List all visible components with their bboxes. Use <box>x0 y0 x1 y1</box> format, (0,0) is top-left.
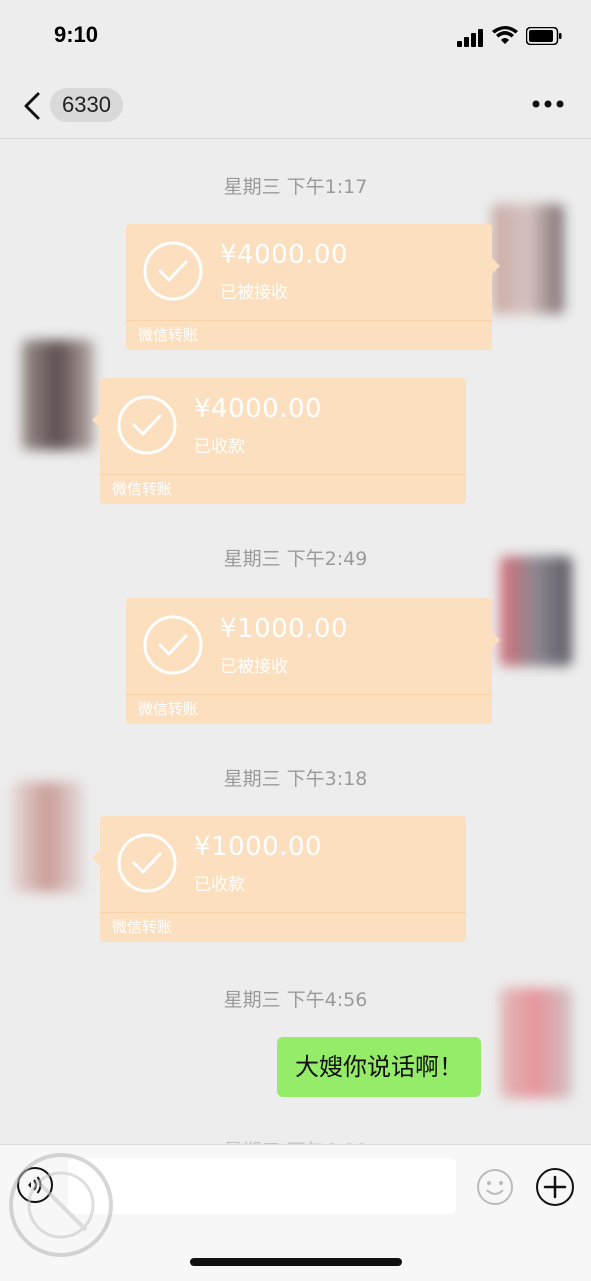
check-circle-icon <box>143 615 203 675</box>
check-circle-icon <box>117 395 177 455</box>
emoji-button[interactable] <box>476 1168 514 1206</box>
transfer-source: 微信转账 <box>112 480 173 498</box>
message-timestamp: 星期三 下午3:18 <box>223 768 368 790</box>
transfer-amount: ¥1000.00 <box>220 614 349 644</box>
bubble-tail <box>92 412 100 428</box>
transfer-source: 微信转账 <box>138 326 199 344</box>
avatar[interactable] <box>22 340 94 450</box>
transfer-status: 已被接收 <box>220 283 288 303</box>
chat-title: 6330 <box>50 88 123 122</box>
nav-divider <box>0 138 591 139</box>
transfer-amount: ¥4000.00 <box>194 394 323 424</box>
transfer-source: 微信转账 <box>112 918 173 936</box>
message-input[interactable] <box>68 1158 456 1214</box>
transfer-status: 已被接收 <box>220 657 288 677</box>
transfer-amount: ¥4000.00 <box>220 240 349 270</box>
avatar[interactable] <box>492 204 564 314</box>
battery-icon <box>526 27 562 45</box>
watermark-logo <box>9 1153 113 1257</box>
check-circle-icon <box>143 241 203 301</box>
transfer-amount: ¥1000.00 <box>194 832 323 862</box>
text-message-bubble[interactable]: 大嫂你说话啊！ <box>277 1037 481 1097</box>
bubble-tail <box>492 632 500 648</box>
card-divider <box>126 320 492 321</box>
transfer-card[interactable]: ¥1000.00 已被接收 微信转账 <box>126 598 500 724</box>
back-button[interactable] <box>14 88 54 124</box>
transfer-status: 已收款 <box>194 875 245 895</box>
more-functions-plus-button[interactable] <box>535 1167 575 1207</box>
more-options-button[interactable] <box>528 92 568 116</box>
card-divider <box>126 694 492 695</box>
transfer-card[interactable]: ¥4000.00 已收款 微信转账 <box>92 378 466 504</box>
card-divider <box>100 912 466 913</box>
wifi-icon <box>492 26 518 44</box>
status-time: 9:10 <box>54 22 99 47</box>
transfer-card[interactable]: ¥4000.00 已被接收 微信转账 <box>126 224 500 350</box>
transfer-source: 微信转账 <box>138 700 199 718</box>
bubble-tail <box>470 1058 478 1074</box>
bubble-tail <box>92 850 100 866</box>
avatar[interactable] <box>12 782 84 892</box>
avatar[interactable] <box>500 556 572 666</box>
bubble-tail <box>492 258 500 274</box>
home-indicator <box>190 1258 402 1266</box>
message-timestamp: 星期三 下午1:17 <box>223 176 368 198</box>
transfer-card[interactable]: ¥1000.00 已收款 微信转账 <box>92 816 466 942</box>
check-circle-icon <box>117 833 177 893</box>
avatar[interactable] <box>500 988 572 1098</box>
cellular-signal-icon <box>457 29 483 47</box>
transfer-status: 已收款 <box>194 437 245 457</box>
card-divider <box>100 474 466 475</box>
